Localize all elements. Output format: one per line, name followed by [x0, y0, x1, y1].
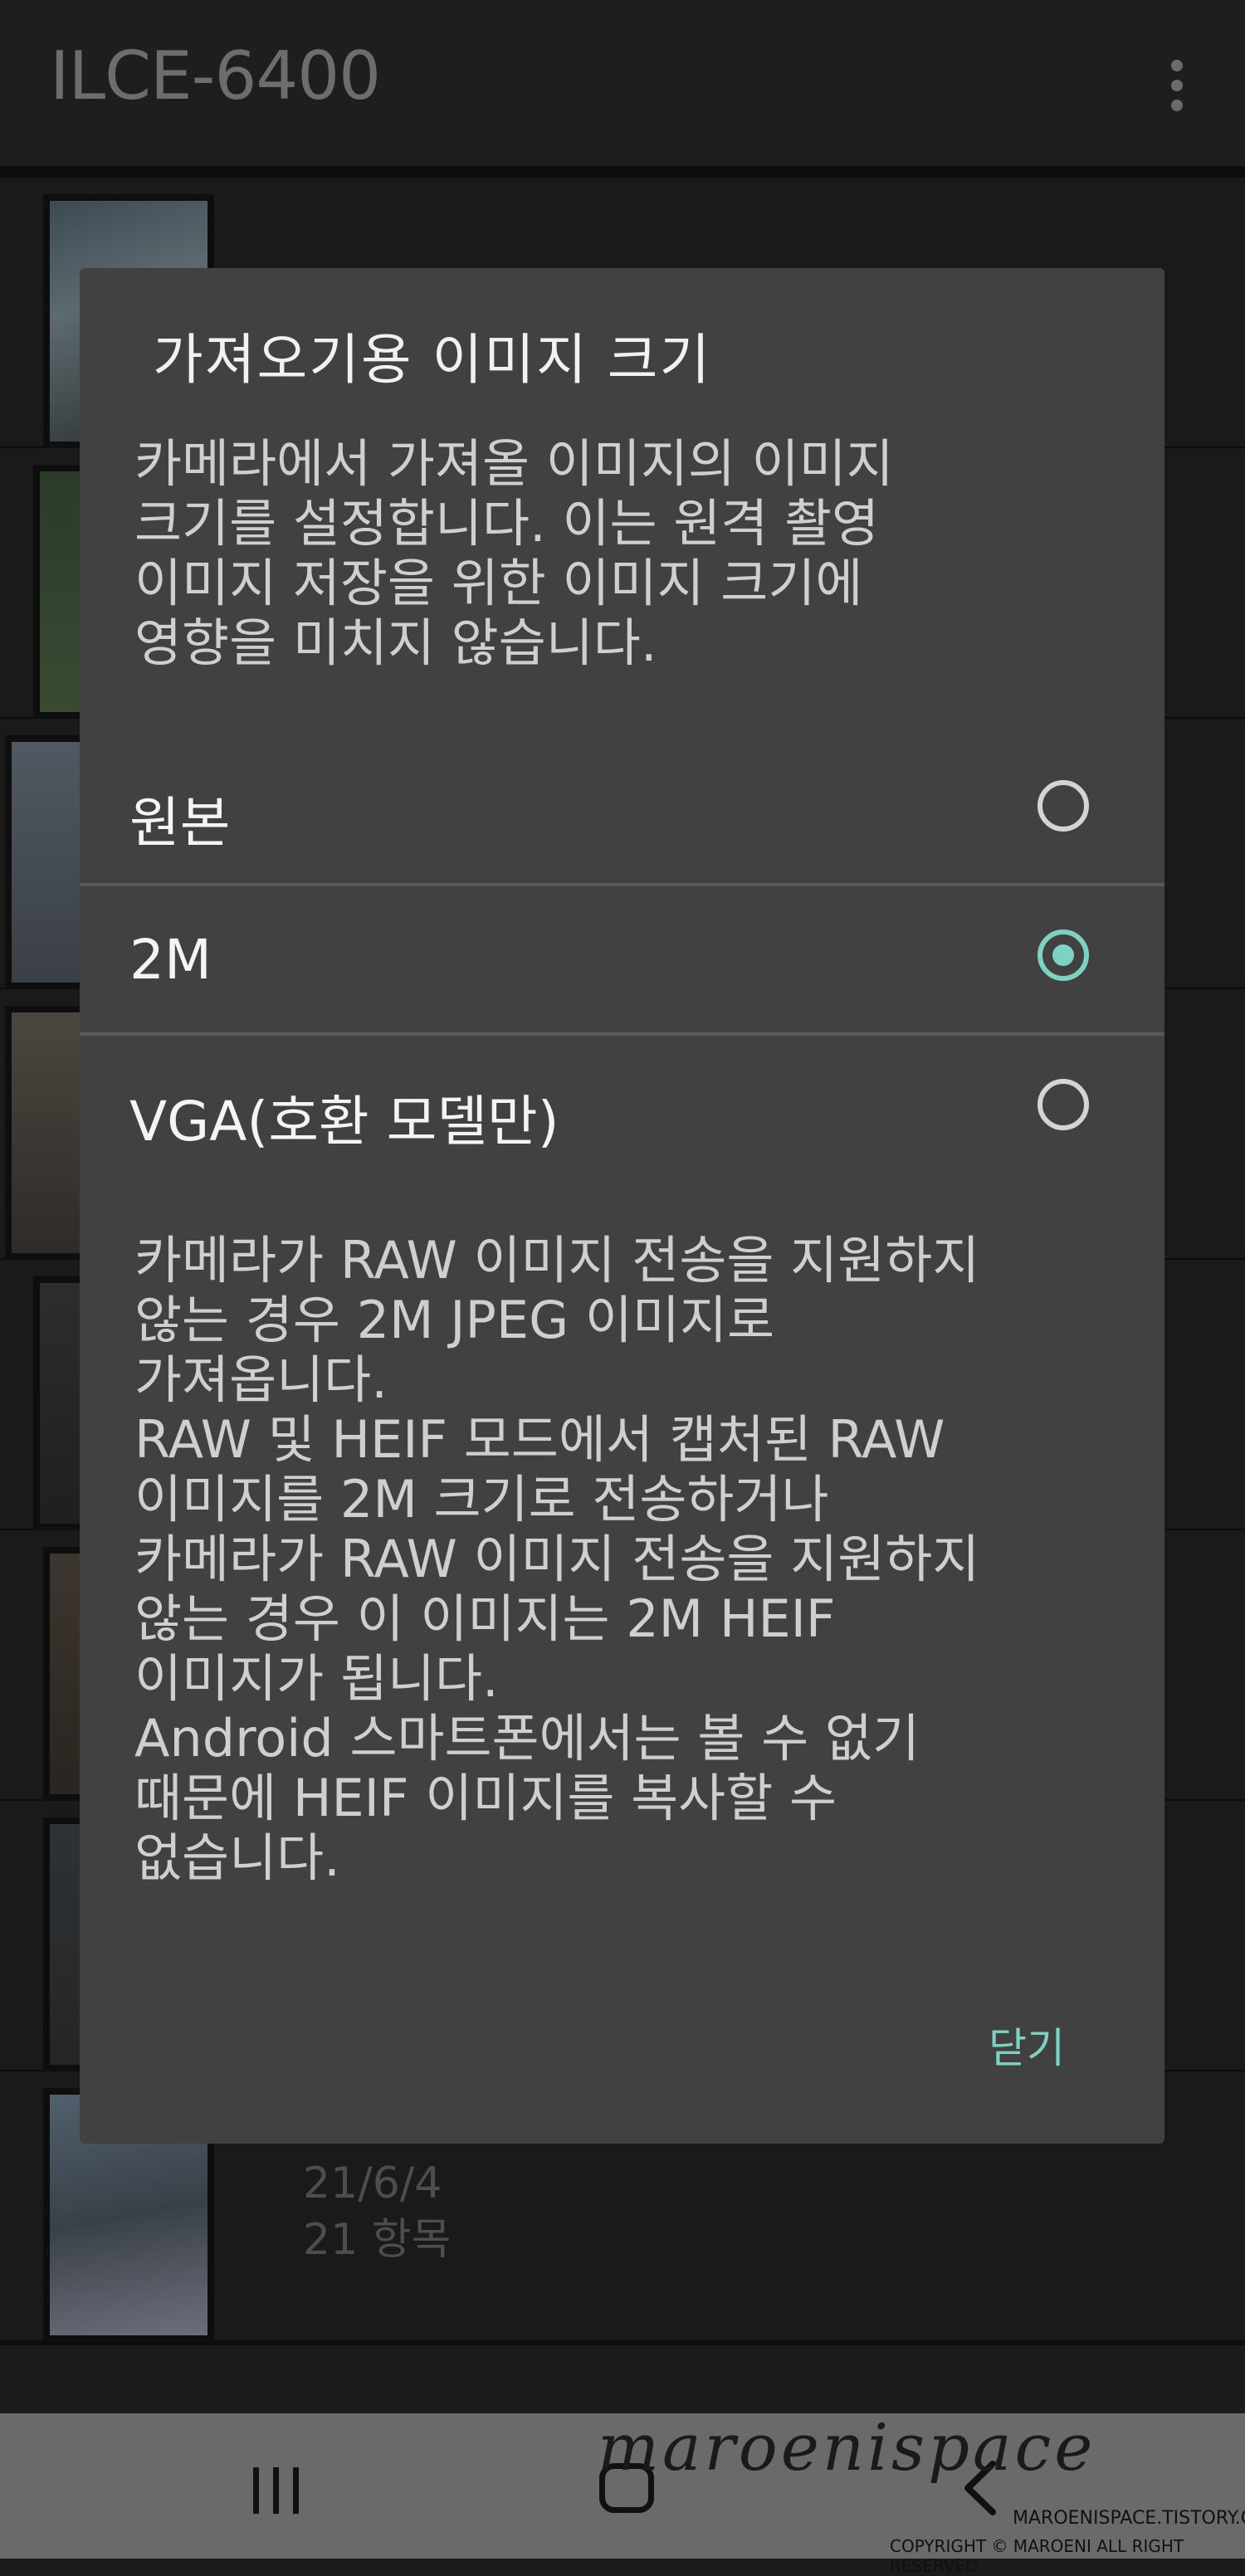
group-date: 21/6/4: [303, 2159, 442, 2208]
app-bar: ILCE-6400: [0, 0, 1245, 178]
image-size-dialog: 가져오기용 이미지 크기 카메라에서 가져올 이미지의 이미지 크기를 설정합니…: [80, 268, 1164, 2144]
close-button[interactable]: 닫기: [989, 2015, 1065, 2075]
option-2m[interactable]: 2M: [80, 886, 1164, 1032]
app-title: ILCE-6400: [50, 37, 381, 115]
dialog-note: 카메라가 RAW 이미지 전송을 지원하지 않는 경우 2M JPEG 이미지로…: [134, 1230, 980, 1888]
radio-checked-icon[interactable]: [1038, 929, 1089, 981]
dialog-description: 카메라에서 가져올 이미지의 이미지 크기를 설정합니다. 이는 원격 촬영 이…: [134, 433, 894, 673]
dialog-title: 가져오기용 이미지 크기: [153, 328, 712, 392]
watermark-copyright: COPYRIGHT © MAROENI ALL RIGHT RESERVED: [890, 2536, 1184, 2576]
option-label: 원본: [129, 791, 231, 855]
recent-apps-icon[interactable]: [253, 2467, 303, 2514]
radio-unchecked-icon[interactable]: [1038, 780, 1089, 832]
radio-unchecked-icon[interactable]: [1038, 1079, 1089, 1130]
option-vga[interactable]: VGA(호환 모델만): [80, 1036, 1164, 1182]
option-original[interactable]: 원본: [80, 737, 1164, 883]
more-vert-icon[interactable]: [1158, 56, 1199, 115]
option-label: VGA(호환 모델만): [129, 1090, 559, 1154]
option-label: 2M: [129, 928, 212, 992]
group-item-count: 21 항목: [303, 2215, 452, 2265]
watermark-signature: maroenispace: [598, 2411, 1096, 2486]
watermark-url: MAROENISPACE.TISTORY.COM: [1013, 2508, 1245, 2529]
